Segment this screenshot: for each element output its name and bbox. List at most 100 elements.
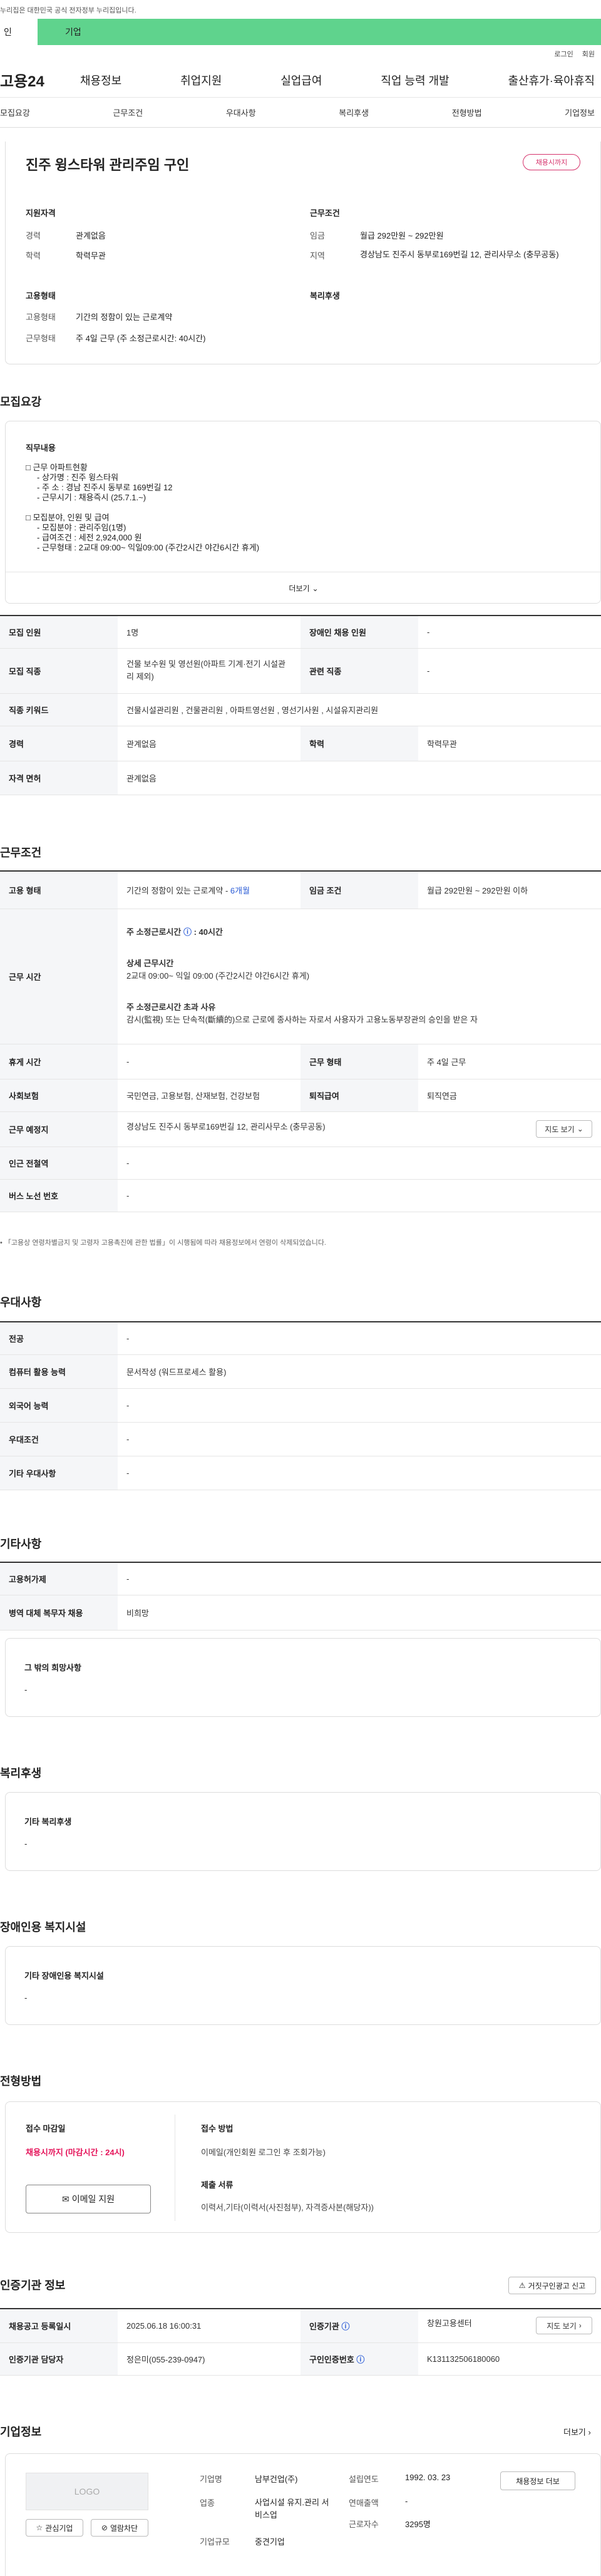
age-note-text: 「고용상 연령차별금지 및 고령자 고용촉진에 관한 법률」이 시행됨에 따라 … <box>4 1239 326 1247</box>
login-link[interactable]: 로그인 <box>554 49 573 59</box>
info-icon[interactable]: ⓘ <box>356 2355 364 2364</box>
duty-line: - 근무형태 : 2교대 09:00~ 익일09:00 (주간2시간 야간6시간… <box>37 543 260 552</box>
company-title: 기업정보 <box>0 2426 42 2438</box>
td: 주 4일 근무 <box>418 1044 601 1079</box>
subnav-conditions[interactable]: 근무조건 <box>113 106 143 118</box>
join-link[interactable]: 회원 <box>582 49 595 59</box>
employees-value: 3295명 <box>405 2520 431 2529</box>
th: 근무 시간 <box>0 909 118 1044</box>
job-summary-card: 진주 윙스타워 관리주임 구인 채용시까지 지원자격 경력 관계없음 학력 학력… <box>5 142 601 364</box>
td: 경상남도 진주시 동부로169번길 12, 관리사무소 (충무공동) 지도 보기… <box>118 1111 601 1147</box>
etc-box: 그 밖의 희망사항 - <box>5 1638 601 1717</box>
deadline-value: 채용시까지 (마감시간 : 24시) <box>26 2148 125 2157</box>
subnav-company[interactable]: 기업정보 <box>565 106 595 118</box>
td: - <box>118 1562 601 1595</box>
subnav-recruit[interactable]: 모집요강 <box>0 106 30 118</box>
table-row: 모집 직종 건물 보수원 및 영선원(아파트 기계·전기 시설관리 제외) 관련 직… <box>0 648 601 694</box>
gnb-jobs[interactable]: 채용정보 <box>80 72 121 88</box>
duty-line: - 상가명 : 진주 윙스타워 <box>37 473 119 482</box>
subnav-preference[interactable]: 우대사항 <box>226 106 256 118</box>
table-row: 기타 우대사항 - <box>0 1456 601 1490</box>
detail-title: 상세 근무시간 <box>126 959 174 968</box>
th: 근무 예정지 <box>0 1111 118 1147</box>
area-value: 경상남도 진주시 동부로169번길 12, 관리사무소 (충무공동) <box>360 250 559 259</box>
info-icon[interactable]: ⓘ <box>341 2322 349 2331</box>
industry-label: 업종 <box>200 2498 215 2508</box>
th: 고용 형태 <box>0 871 118 909</box>
gnb-training[interactable]: 직업 능력 개발 <box>381 72 449 88</box>
td: - <box>118 1322 601 1355</box>
mail-icon: ✉ <box>61 2193 69 2204</box>
company-more-link[interactable]: 더보기 › <box>563 2426 591 2438</box>
info-icon[interactable]: ⓘ <box>183 927 192 937</box>
size-label: 기업규모 <box>200 2537 230 2547</box>
table-row: 전공 - <box>0 1322 601 1355</box>
td: - <box>418 616 601 649</box>
td: 문서작성 (워드프로세스 활용) <box>118 1354 601 1389</box>
etc-box-value: - <box>24 1685 28 1694</box>
th: 사회보험 <box>0 1079 118 1112</box>
etc-title: 기타사항 <box>0 1538 42 1550</box>
hours-value: 40시간 <box>198 927 223 937</box>
hours-line: 주 소정근로시간 ⓘ : 40시간 <box>126 927 223 937</box>
tab-personal[interactable]: 인 <box>0 19 38 45</box>
tab-company[interactable]: 기업 <box>38 19 601 45</box>
th: 구인인증번호 ⓘ <box>300 2342 418 2376</box>
table-row: 외국어 능력 - <box>0 1388 601 1423</box>
duty-line <box>26 503 259 513</box>
cond-title: 근무조건 <box>310 209 340 218</box>
th: 휴게 시간 <box>0 1044 118 1079</box>
company-jobs-button[interactable]: 채용정보 더보 <box>500 2471 575 2490</box>
subnav-welfare[interactable]: 복리후생 <box>339 106 369 118</box>
duty-content: □ 근무 아파트현황 - 상가명 : 진주 윙스타워 - 주 소 : 경남 진주… <box>26 463 259 553</box>
th: 자격 면허 <box>0 761 118 795</box>
pref-table: 전공 - 컴퓨터 활용 능력 문서작성 (워드프로세스 활용) 외국어 능력 - 우대… <box>0 1321 601 1490</box>
agency-map-label: 지도 보기 <box>547 2321 577 2331</box>
th: 모집 직종 <box>0 648 118 694</box>
table-row: 자격 면허 관계없음 <box>0 761 601 795</box>
company-more-label: 더보기 <box>563 2428 586 2437</box>
recruit-title: 모집요강 <box>0 396 42 408</box>
etc-box-title: 그 밖의 희망사항 <box>24 1663 81 1672</box>
wage-label: 임금 <box>310 231 325 240</box>
report-icon: ⚠ <box>518 2281 526 2290</box>
th: 관련 직종 <box>300 648 418 694</box>
site-logo[interactable]: 고용24 <box>0 69 80 91</box>
th: 컴퓨터 활용 능력 <box>0 1354 118 1389</box>
chevron-down-icon: ⌄ <box>577 1125 583 1133</box>
email-apply-button[interactable]: ✉ 이메일 지원 <box>26 2185 151 2213</box>
hours-title: 주 소정근로시간 <box>126 927 182 937</box>
gnb-parental-leave[interactable]: 출산휴가·육아휴직 <box>508 72 595 88</box>
favorite-company-button[interactable]: ☆ 관심기업 <box>26 2519 83 2537</box>
career-value: 관계없음 <box>76 231 106 240</box>
subnav-process[interactable]: 전형방법 <box>452 106 482 118</box>
table-row: 병역 대체 복무자 채용 비희망 <box>0 1595 601 1631</box>
wtype-value: 주 4일 근무 (주 소정근로시간: 40시간) <box>76 334 206 343</box>
chevron-down-icon: ⌄ <box>312 584 319 593</box>
report-fake-ad-button[interactable]: ⚠ 거짓구인광고 신고 <box>508 2277 596 2294</box>
chevron-right-icon: › <box>578 2321 582 2331</box>
industry-value: 사업시설 유지.관리 서비스업 <box>255 2498 329 2520</box>
table-row: 고용허가제 - <box>0 1562 601 1595</box>
gnb-unemployment-benefit[interactable]: 실업급여 <box>280 72 322 88</box>
block-view-button[interactable]: ⊘ 열람차단 <box>91 2519 148 2537</box>
th: 인근 전철역 <box>0 1146 118 1180</box>
map-button[interactable]: 지도 보기 ⌄ <box>536 1120 592 1138</box>
td: 기간의 정함이 있는 근로계약 - 6개월 <box>118 871 300 909</box>
gov-banner: 누리집은 대한민국 공식 전자정부 누리집입니다. <box>0 0 601 19</box>
th: 경력 <box>0 726 118 761</box>
emp-title: 고용형태 <box>26 291 56 301</box>
age-note: • 「고용상 연령차별금지 및 고령자 고용촉진에 관한 법률」이 시행됨에 따… <box>0 1239 326 1247</box>
star-icon: ☆ <box>36 2523 43 2532</box>
th: 직종 키워드 <box>0 693 118 726</box>
td: - <box>118 1146 601 1180</box>
area-label: 지역 <box>310 251 325 260</box>
agency-org-label: 인증기관 <box>309 2321 339 2331</box>
th: 근무 형태 <box>300 1044 418 1079</box>
agency-map-button[interactable]: 지도 보기 › <box>536 2317 592 2335</box>
more-button[interactable]: 더보기 ⌄ <box>6 572 600 603</box>
status-badge: 채용시까지 <box>523 154 580 170</box>
table-row: 모집 인원 1명 장애인 채용 인원 - <box>0 616 601 649</box>
gnb-employment-support[interactable]: 취업지원 <box>180 72 222 88</box>
table-row: 컴퓨터 활용 능력 문서작성 (워드프로세스 활용) <box>0 1354 601 1389</box>
